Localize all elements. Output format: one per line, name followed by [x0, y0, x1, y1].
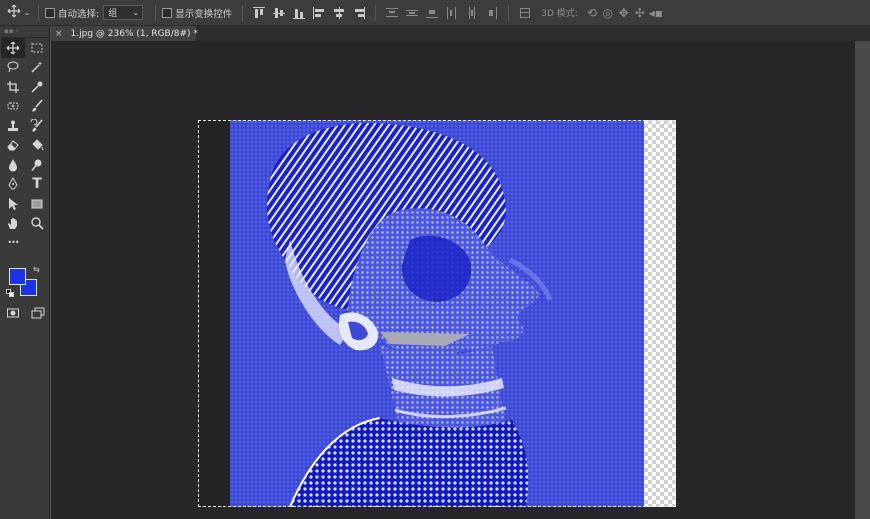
distribute-vertical-centers-icon[interactable]	[406, 7, 419, 19]
separator	[242, 4, 244, 21]
auto-select-checkbox[interactable]	[45, 7, 55, 18]
separator	[38, 4, 39, 21]
zoom-tool-icon[interactable]	[25, 214, 49, 234]
move-tool-icon[interactable]	[1, 38, 25, 58]
show-transform-checkbox[interactable]	[162, 7, 173, 18]
auto-select-value: 组	[108, 9, 118, 19]
crop-tool-icon[interactable]	[1, 77, 25, 97]
align-right-edges-icon[interactable]	[353, 6, 366, 19]
pen-tool-icon[interactable]	[1, 175, 25, 195]
panel-grip[interactable]: ▪▪ ›	[0, 26, 49, 38]
align-horizontal-centers-icon[interactable]	[333, 6, 345, 19]
hand-tool-icon[interactable]	[1, 214, 25, 234]
3d-scale-icon[interactable]: ◂▪	[648, 6, 664, 20]
blur-tool-icon[interactable]	[1, 155, 25, 175]
3d-pan-icon[interactable]: ✥	[616, 6, 632, 20]
align-left-edges-icon[interactable]	[313, 6, 325, 19]
rectangle-tool-icon[interactable]	[25, 194, 49, 214]
default-colors-icon[interactable]	[6, 289, 14, 297]
color-swatches: ⇆	[6, 265, 46, 301]
transparent-area	[644, 120, 676, 507]
vertical-scrollbar[interactable]	[855, 41, 870, 519]
tools-grid: T •••	[0, 38, 49, 253]
separator	[508, 4, 510, 21]
align-bottom-edges-icon[interactable]	[293, 7, 306, 19]
type-tool-icon[interactable]: T	[25, 175, 49, 195]
blue-duotone-portrait	[230, 120, 644, 507]
align-top-edges-icon[interactable]	[253, 6, 266, 19]
empty-canvas-area	[198, 120, 230, 507]
auto-select-dropdown[interactable]: 组 ⌄	[103, 5, 144, 20]
3d-orbit-icon[interactable]: ⟲	[584, 6, 600, 20]
marquee-tool-icon[interactable]	[25, 38, 49, 58]
history-brush-tool-icon[interactable]	[25, 116, 49, 136]
auto-select-label: 自动选择:	[58, 8, 100, 20]
3d-roll-icon[interactable]: ◎	[600, 6, 616, 20]
path-selection-tool-icon[interactable]	[1, 194, 25, 214]
quick-mask-icon[interactable]	[6, 306, 20, 320]
close-tab-icon[interactable]: ×	[55, 29, 63, 39]
document-tab-title: 1.jpg @ 236% (1, RGB/8#) *	[70, 28, 198, 39]
paint-bucket-tool-icon[interactable]	[25, 136, 49, 156]
brush-tool-icon[interactable]	[25, 97, 49, 117]
distribute-top-icon[interactable]	[386, 7, 399, 19]
document-canvas[interactable]	[198, 120, 676, 507]
lasso-tool-icon[interactable]	[1, 58, 25, 78]
options-bar: ⌄ 自动选择: 组 ⌄ 显示变换控件 3D 模式: ⟲ ◎ ✥ ✣ ◂▪	[0, 0, 870, 26]
tools-panel: ▪▪ › T ••• ⇆	[0, 26, 50, 519]
chevron-down-icon: ⌄	[132, 8, 140, 17]
3d-slide-icon[interactable]: ✣	[632, 6, 648, 20]
distribute-bottom-icon[interactable]	[426, 7, 439, 19]
eraser-tool-icon[interactable]	[1, 136, 25, 156]
eyedropper-tool-icon[interactable]	[25, 77, 49, 97]
magic-wand-tool-icon[interactable]	[25, 58, 49, 78]
move-tool-preset-icon[interactable]	[6, 4, 22, 21]
separator	[155, 4, 157, 21]
swap-colors-icon[interactable]: ⇆	[33, 265, 40, 274]
foreground-color-swatch[interactable]	[9, 268, 26, 285]
dodge-tool-icon[interactable]	[25, 155, 49, 175]
show-transform-label: 显示变换控件	[175, 8, 233, 20]
align-vertical-centers-icon[interactable]	[273, 7, 286, 19]
mode-tools	[0, 306, 50, 320]
healing-brush-tool-icon[interactable]	[1, 97, 25, 117]
portrait-illustration	[230, 120, 644, 507]
screen-mode-icon[interactable]	[31, 306, 45, 320]
more-tools-icon[interactable]: •••	[1, 233, 25, 253]
auto-align-icon[interactable]	[519, 7, 531, 19]
distribute-right-icon[interactable]	[486, 6, 498, 19]
document-tab[interactable]: × 1.jpg @ 236% (1, RGB/8#) *	[51, 26, 198, 41]
separator	[375, 4, 377, 21]
document-tab-bar: × 1.jpg @ 236% (1, RGB/8#) *	[51, 26, 870, 41]
clone-stamp-tool-icon[interactable]	[1, 116, 25, 136]
distribute-left-icon[interactable]	[446, 6, 458, 19]
distribute-horizontal-centers-icon[interactable]	[466, 6, 478, 19]
chevron-down-icon[interactable]: ⌄	[22, 8, 32, 17]
3d-mode-label: 3D 模式:	[541, 9, 578, 19]
